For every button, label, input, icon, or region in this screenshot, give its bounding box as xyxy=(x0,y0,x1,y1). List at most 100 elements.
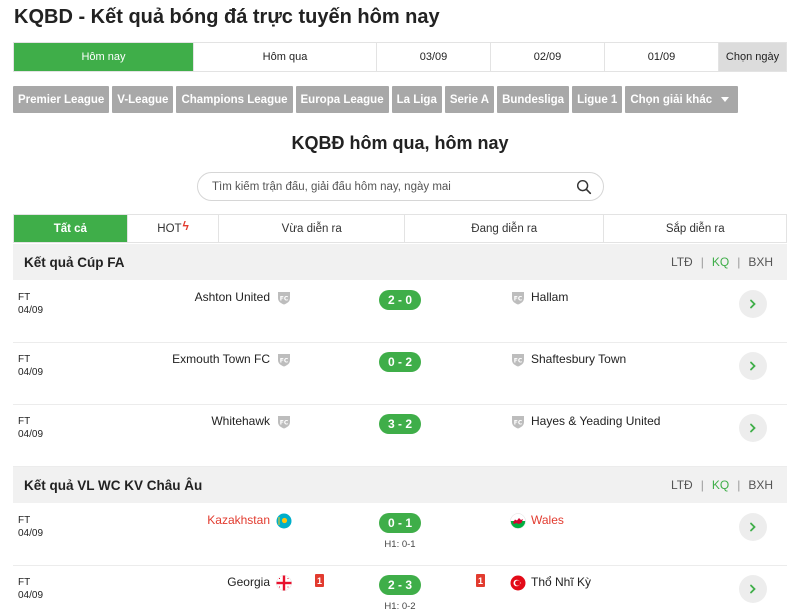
league-premier-league[interactable]: Premier League xyxy=(13,86,110,113)
score-badge[interactable]: 3 - 2 xyxy=(379,414,421,434)
svg-text:FC: FC xyxy=(514,420,523,427)
away-team[interactable]: Hallam xyxy=(531,290,568,304)
tab-yesterday[interactable]: Hôm qua xyxy=(194,43,377,71)
tab-date-0309[interactable]: 03/09 xyxy=(377,43,491,71)
score-badge[interactable]: 2 - 0 xyxy=(379,290,421,310)
club-shield-icon: FC xyxy=(278,292,290,305)
match-row[interactable]: FT 04/09 Georgia 1 2 - 3 H1: 0-2 1 Thổ Nh… xyxy=(13,566,787,613)
filter-just-finished[interactable]: Vừa diễn ra xyxy=(219,215,405,242)
home-team[interactable]: Kazakhstan xyxy=(207,513,270,527)
competition-title: Kết quả VL WC KV Châu Âu xyxy=(24,477,203,493)
away-team[interactable]: Hayes & Yeading United xyxy=(531,414,660,428)
chevron-right-icon xyxy=(750,522,756,532)
match-detail-button[interactable] xyxy=(739,290,767,318)
search-box xyxy=(197,172,604,201)
divider: | xyxy=(700,478,704,492)
match-row[interactable]: FT 04/09 Kazakhstan 0 - 1 H1: 0-1 Wales xyxy=(13,504,787,566)
match-detail-button[interactable] xyxy=(739,513,767,541)
league-v-league[interactable]: V-League xyxy=(112,86,174,113)
divider: | xyxy=(737,478,741,492)
away-team[interactable]: Thổ Nhĩ Kỳ xyxy=(531,575,591,589)
club-shield-icon: FC xyxy=(512,354,524,367)
club-shield-icon: FC xyxy=(512,292,524,305)
league-europa-league[interactable]: Europa League xyxy=(295,86,389,113)
match-status: FT 04/09 xyxy=(18,416,44,440)
georgia-flag-icon xyxy=(276,575,292,591)
match-detail-button[interactable] xyxy=(739,414,767,442)
search-icon[interactable] xyxy=(575,178,593,196)
league-ligue-1[interactable]: Ligue 1 xyxy=(572,86,623,113)
chevron-right-icon xyxy=(750,299,756,309)
match-status: FT 04/09 xyxy=(18,292,44,316)
match-detail-button[interactable] xyxy=(739,352,767,380)
link-results[interactable]: KQ xyxy=(712,255,729,269)
tab-date-0209[interactable]: 02/09 xyxy=(491,43,605,71)
league-bundesliga[interactable]: Bundesliga xyxy=(497,86,570,113)
kazakhstan-flag-icon xyxy=(276,513,292,529)
svg-text:FC: FC xyxy=(280,358,289,365)
red-card-icon: 1 xyxy=(315,574,324,587)
home-team[interactable]: Whitehawk xyxy=(211,414,270,428)
match-status: FT 04/09 xyxy=(18,515,44,539)
match-row[interactable]: FT 04/09 Exmouth Town FC FC 0 - 2 FC Shaf… xyxy=(13,343,787,405)
chevron-right-icon xyxy=(750,361,756,371)
red-card-icon: 1 xyxy=(476,574,485,587)
half-time-score: H1: 0-1 xyxy=(384,539,416,550)
competition-title: Kết quả Cúp FA xyxy=(24,254,125,270)
flame-icon: ϟ xyxy=(182,218,189,233)
score-badge[interactable]: 2 - 3 xyxy=(379,575,421,595)
link-schedule[interactable]: LTĐ xyxy=(671,255,693,269)
club-shield-icon: FC xyxy=(278,416,290,429)
score-badge[interactable]: 0 - 2 xyxy=(379,352,421,372)
link-results[interactable]: KQ xyxy=(712,478,729,492)
filter-hot[interactable]: HOT ϟ xyxy=(128,215,220,242)
competition-links: LTĐ | KQ | BXH xyxy=(671,255,787,269)
home-team[interactable]: Ashton United xyxy=(195,290,270,304)
match-status: FT 04/09 xyxy=(18,577,44,601)
chevron-down-icon xyxy=(721,97,730,102)
match-row[interactable]: FT 04/09 Whitehawk FC 3 - 2 FC Hayes & Ye… xyxy=(13,405,787,467)
league-la-liga[interactable]: La Liga xyxy=(391,86,442,113)
filter-tabs: Tất cả HOT ϟ Vừa diễn ra Đang diễn ra Sắp… xyxy=(13,214,787,243)
svg-text:FC: FC xyxy=(514,358,523,365)
match-detail-button[interactable] xyxy=(739,575,767,603)
competition-links: LTĐ | KQ | BXH xyxy=(671,478,787,492)
home-team[interactable]: Exmouth Town FC xyxy=(172,352,270,366)
score-badge[interactable]: 0 - 1 xyxy=(379,513,421,533)
date-tabs: Hôm nay Hôm qua 03/09 02/09 01/09 Chọn n… xyxy=(13,42,787,72)
tab-today[interactable]: Hôm nay xyxy=(14,43,194,71)
tab-date-0109[interactable]: 01/09 xyxy=(605,43,719,71)
link-standings[interactable]: BXH xyxy=(748,478,773,492)
away-team[interactable]: Wales xyxy=(531,513,564,527)
away-team[interactable]: Shaftesbury Town xyxy=(531,352,626,366)
link-standings[interactable]: BXH xyxy=(748,255,773,269)
league-champions-league[interactable]: Champions League xyxy=(176,86,293,113)
chevron-right-icon xyxy=(750,423,756,433)
filter-upcoming[interactable]: Sắp diễn ra xyxy=(604,215,786,242)
competition-header-fa-cup: Kết quả Cúp FA LTĐ | KQ | BXH xyxy=(13,244,787,280)
competition-header-wc-qualifiers-europe: Kết quả VL WC KV Châu Âu LTĐ | KQ | BXH xyxy=(13,467,787,503)
wales-flag-icon xyxy=(510,513,526,529)
link-schedule[interactable]: LTĐ xyxy=(671,478,693,492)
page-title: KQBD - Kết quả bóng đá trực tuyến hôm na… xyxy=(14,6,440,28)
club-shield-icon: FC xyxy=(278,354,290,367)
home-team[interactable]: Georgia xyxy=(227,575,270,589)
league-more-dropdown[interactable]: Chọn giải khác xyxy=(625,86,739,113)
search-input[interactable] xyxy=(212,180,575,193)
filter-live[interactable]: Đang diễn ra xyxy=(405,215,605,242)
svg-text:FC: FC xyxy=(514,296,523,303)
club-shield-icon: FC xyxy=(512,416,524,429)
divider: | xyxy=(700,255,704,269)
section-title: KQBĐ hôm qua, hôm nay xyxy=(291,133,509,153)
svg-text:FC: FC xyxy=(280,420,289,427)
match-status: FT 04/09 xyxy=(18,354,44,378)
chevron-right-icon xyxy=(750,584,756,594)
filter-all[interactable]: Tất cả xyxy=(14,215,128,242)
half-time-score: H1: 0-2 xyxy=(384,601,416,612)
league-serie-a[interactable]: Serie A xyxy=(444,86,495,113)
divider: | xyxy=(737,255,741,269)
league-bar: Premier League V-League Champions League… xyxy=(13,86,739,113)
match-row[interactable]: FT 04/09 Ashton United FC 2 - 0 FC Hallam xyxy=(13,281,787,343)
svg-text:FC: FC xyxy=(280,296,289,303)
tab-choose-date[interactable]: Chọn ngày xyxy=(719,43,786,71)
